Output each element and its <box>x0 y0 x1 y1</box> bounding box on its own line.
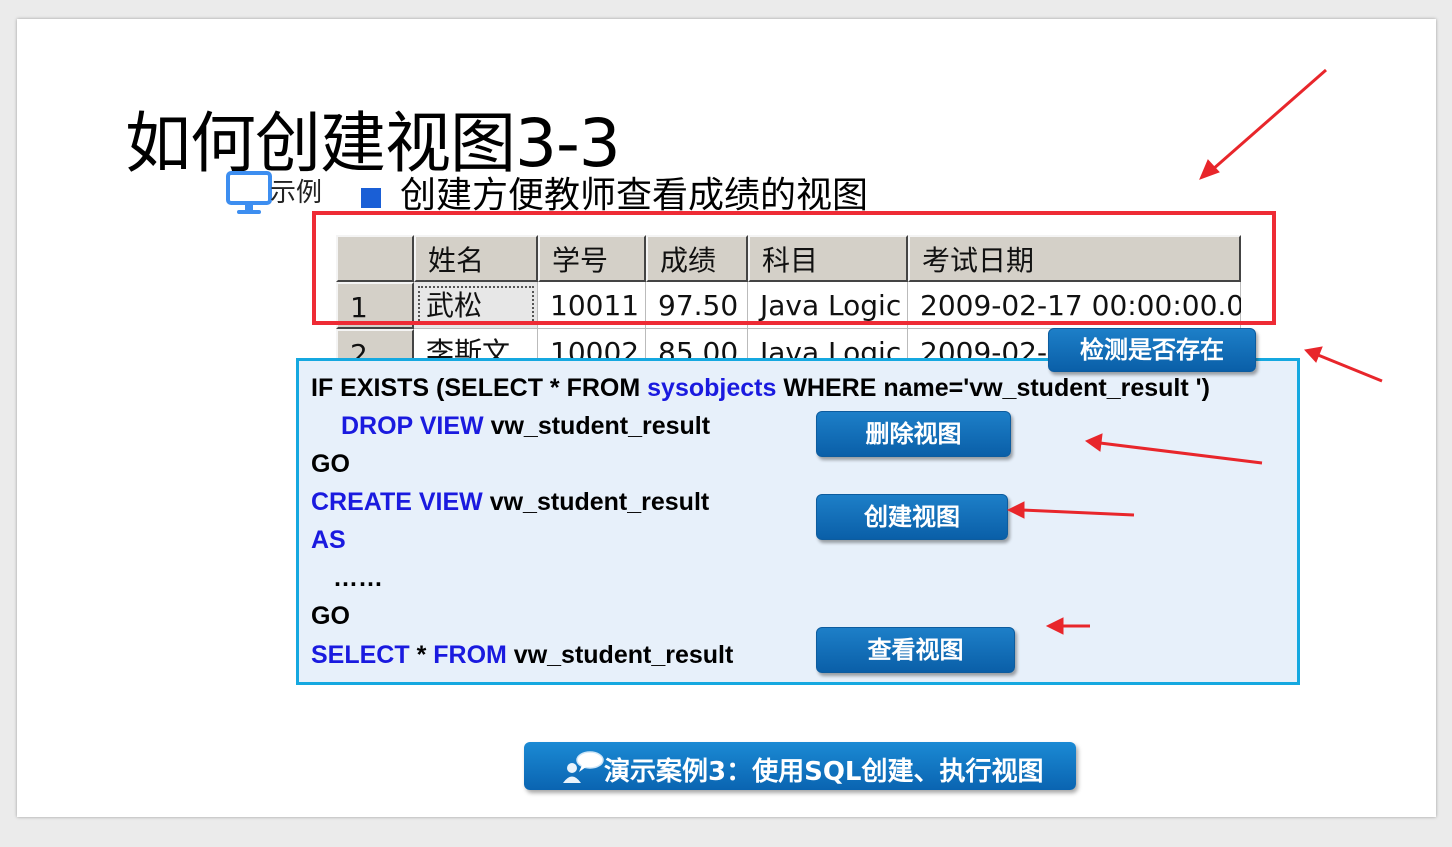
arrow-icon <box>1304 346 1383 383</box>
arrow-icon <box>1045 617 1090 635</box>
arrow-icon <box>1006 501 1135 519</box>
demo-case-label: 演示案例3：使用SQL创建、执行视图 <box>604 757 1044 787</box>
arrow-icon <box>1084 433 1263 465</box>
demo-case-button[interactable]: 演示案例3：使用SQL创建、执行视图 <box>524 742 1076 790</box>
arrow-icon <box>1199 68 1327 180</box>
presenter-speech-icon <box>563 751 604 783</box>
annotation-arrows <box>1006 68 1383 635</box>
